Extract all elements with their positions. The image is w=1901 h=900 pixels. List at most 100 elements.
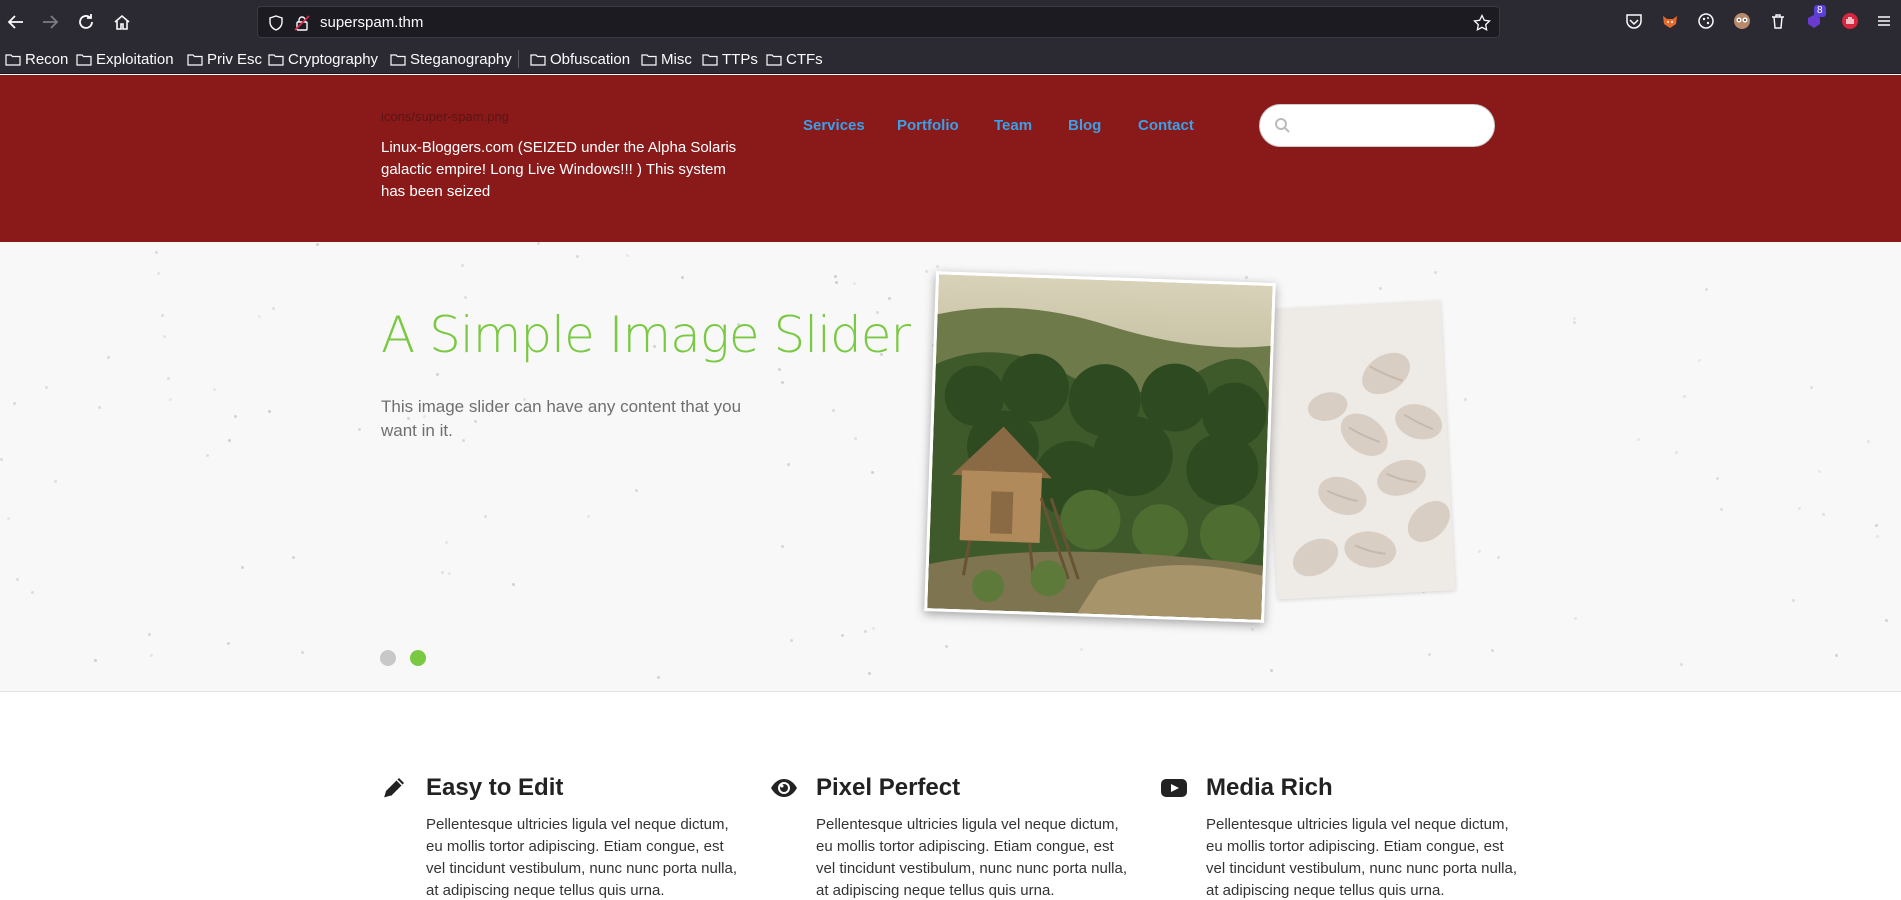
folder-icon — [187, 53, 203, 66]
site-header: icons/super-spam.png Linux-Bloggers.com … — [0, 75, 1901, 242]
trash-icon[interactable] — [1768, 11, 1788, 31]
hand-stop-icon[interactable] — [1840, 11, 1860, 31]
shield-icon[interactable] — [268, 15, 284, 31]
bookmark-exploitation[interactable]: Exploitation — [76, 49, 174, 69]
texture-speck — [301, 651, 304, 654]
nav-blog[interactable]: Blog — [1068, 117, 1101, 134]
texture-speck — [155, 251, 158, 254]
bookmark-recon[interactable]: Recon — [5, 49, 68, 69]
texture-speck — [461, 264, 464, 267]
texture-speck — [853, 282, 856, 285]
browser-toolbar: superspam.thm 8 — [0, 0, 1901, 44]
bookmark-steganography[interactable]: Steganography — [390, 49, 512, 69]
texture-speck — [787, 463, 790, 466]
nav-team[interactable]: Team — [994, 117, 1032, 134]
texture-speck — [1497, 556, 1500, 559]
extension-badge-icon[interactable]: 8 — [1804, 5, 1826, 31]
bookmark-label: TTPs — [722, 50, 758, 68]
texture-speck — [1810, 386, 1813, 389]
texture-speck — [1637, 438, 1640, 441]
texture-speck — [1705, 288, 1708, 291]
texture-speck — [1434, 271, 1437, 274]
texture-speck — [1867, 440, 1870, 443]
texture-speck — [1573, 321, 1576, 324]
texture-speck — [835, 281, 838, 284]
bookmark-label: CTFs — [786, 50, 823, 68]
texture-speck — [234, 415, 237, 418]
reload-icon[interactable] — [74, 10, 98, 34]
bookmark-priv-esc[interactable]: Priv Esc — [187, 49, 262, 69]
texture-speck — [512, 583, 515, 586]
url-bar[interactable]: superspam.thm — [257, 6, 1500, 38]
home-icon[interactable] — [110, 10, 134, 34]
texture-speck — [781, 381, 784, 384]
folder-icon — [641, 53, 657, 66]
wappalyzer-icon[interactable] — [1732, 11, 1752, 31]
texture-speck — [213, 388, 216, 391]
texture-speck — [1270, 669, 1273, 672]
texture-speck — [98, 406, 101, 409]
pencil-icon — [383, 778, 404, 799]
bookmark-ctfs[interactable]: CTFs — [766, 49, 823, 69]
texture-speck — [925, 270, 928, 273]
texture-speck — [1464, 398, 1467, 401]
folder-icon — [390, 53, 406, 66]
bookmark-cryptography[interactable]: Cryptography — [268, 49, 378, 69]
texture-speck — [657, 676, 660, 679]
menu-icon[interactable] — [1874, 11, 1894, 31]
texture-speck — [167, 377, 170, 380]
texture-speck — [626, 254, 629, 257]
back-icon[interactable] — [4, 10, 28, 34]
texture-speck — [157, 272, 160, 275]
bookmark-label: Exploitation — [96, 50, 174, 68]
nav-services[interactable]: Services — [803, 117, 865, 134]
feature-text: Pellentesque ultricies ligula vel neque … — [1206, 816, 1518, 899]
texture-speck — [576, 255, 579, 258]
folder-icon — [268, 53, 284, 66]
texture-speck — [945, 645, 948, 648]
texture-speck — [1245, 276, 1248, 279]
nav-portfolio[interactable]: Portfolio — [897, 117, 959, 134]
texture-speck — [681, 276, 684, 279]
insecure-lock-icon[interactable] — [294, 15, 310, 31]
star-bookmark-icon[interactable] — [1473, 14, 1491, 32]
search-icon — [1275, 118, 1290, 133]
texture-speck — [464, 296, 467, 299]
texture-speck — [150, 654, 153, 657]
slide-dot-1[interactable] — [380, 650, 396, 666]
texture-speck — [1251, 628, 1254, 631]
texture-speck — [54, 480, 57, 483]
texture-speck — [258, 315, 261, 318]
url-text[interactable]: superspam.thm — [320, 14, 423, 31]
feature-title: Pixel Perfect — [816, 774, 961, 801]
feature-title: Media Rich — [1206, 774, 1333, 801]
nav-contact[interactable]: Contact — [1138, 117, 1194, 134]
texture-speck — [268, 410, 271, 413]
site-tagline: Linux-Bloggers.com (SEIZED under the Alp… — [381, 139, 737, 200]
bookmark-label: Cryptography — [288, 50, 379, 68]
texture-speck — [448, 572, 451, 575]
texture-speck — [94, 659, 97, 662]
eye-icon — [771, 779, 797, 797]
slide-dot-2-active[interactable] — [410, 650, 426, 666]
youtube-icon — [1161, 779, 1187, 797]
bookmark-ttps[interactable]: TTPs — [702, 49, 758, 69]
coffee-beans-image — [1262, 300, 1456, 600]
cookie-icon[interactable] — [1696, 11, 1716, 31]
bookmark-label: Obfuscation — [550, 50, 631, 68]
search-input[interactable] — [1259, 104, 1495, 147]
texture-speck — [1080, 648, 1083, 651]
texture-speck — [169, 398, 172, 401]
texture-speck — [148, 633, 151, 636]
pocket-icon[interactable] — [1624, 11, 1644, 31]
forward-icon[interactable] — [38, 10, 62, 34]
foxyproxy-icon[interactable] — [1660, 11, 1680, 31]
texture-speck — [1885, 619, 1888, 622]
bookmark-obfuscation[interactable]: Obfuscation — [530, 49, 630, 69]
texture-speck — [537, 242, 540, 245]
logo-broken-image[interactable]: icons/super-spam.png — [381, 109, 509, 124]
texture-speck — [1792, 599, 1795, 602]
texture-speck — [1680, 663, 1683, 666]
texture-speck — [778, 368, 781, 371]
bookmark-misc[interactable]: Misc — [641, 49, 692, 69]
